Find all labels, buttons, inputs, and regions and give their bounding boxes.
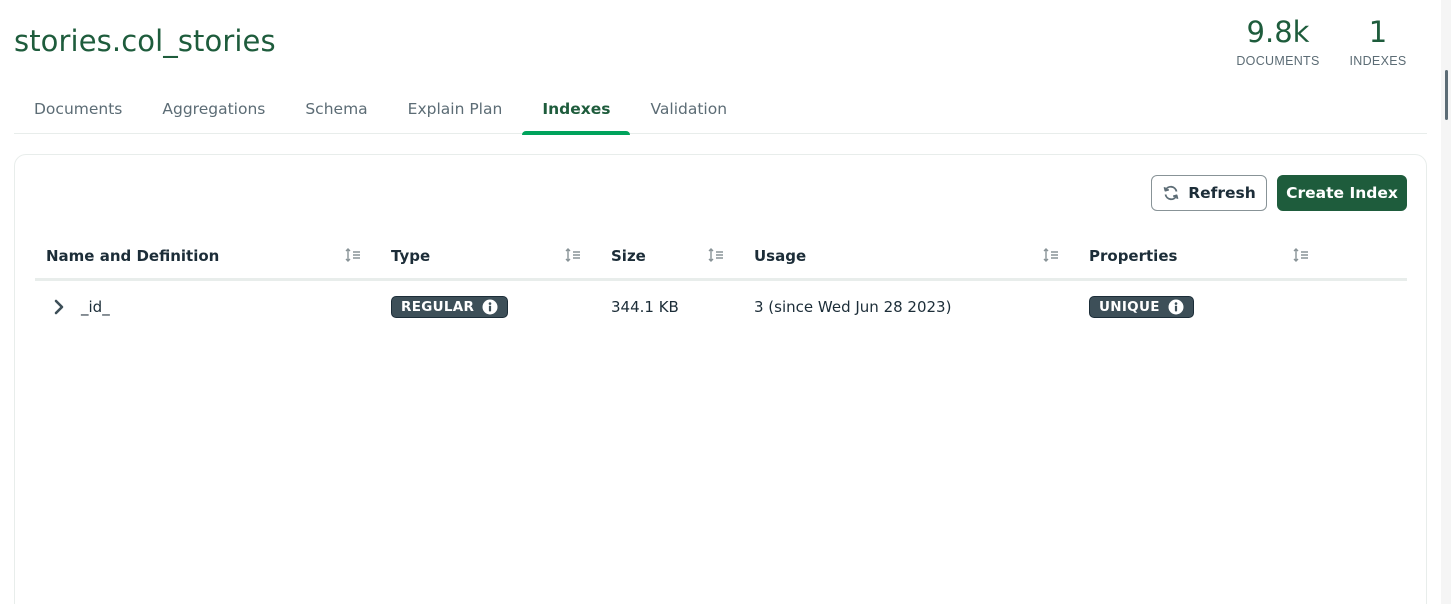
properties-badge-label: UNIQUE xyxy=(1099,299,1160,315)
namespace-separator: . xyxy=(111,24,122,58)
sort-icon[interactable] xyxy=(345,247,361,263)
column-header-usage: Usage xyxy=(754,246,807,265)
tab-schema[interactable]: Schema xyxy=(285,84,387,134)
type-badge: REGULAR xyxy=(391,296,509,318)
indexes-count: 1 xyxy=(1368,15,1388,49)
sort-icon[interactable] xyxy=(1043,247,1059,263)
index-size: 344.1 KB xyxy=(611,298,679,316)
indexes-card: Refresh Create Index Name and Definition… xyxy=(14,154,1427,604)
index-properties-cell: UNIQUE xyxy=(1089,281,1194,333)
column-header-properties: Properties xyxy=(1089,246,1178,265)
index-name: _id_ xyxy=(81,298,110,316)
tab-explain-plan[interactable]: Explain Plan xyxy=(388,84,523,134)
indexes-page: stories.col_stories 9.8k DOCUMENTS 1 IND… xyxy=(0,0,1451,604)
tab-documents[interactable]: Documents xyxy=(14,84,142,134)
column-header-type: Type xyxy=(391,246,431,265)
collection-tabs: Documents Aggregations Schema Explain Pl… xyxy=(14,84,1427,135)
info-icon[interactable] xyxy=(1168,299,1184,315)
tab-aggregations[interactable]: Aggregations xyxy=(142,84,285,134)
table-header: Name and Definition Type Size Usage Prop… xyxy=(35,233,1407,281)
refresh-icon xyxy=(1163,185,1179,201)
properties-badge: UNIQUE xyxy=(1089,296,1194,318)
refresh-label: Refresh xyxy=(1188,184,1256,202)
refresh-button[interactable]: Refresh xyxy=(1151,175,1267,211)
documents-label: DOCUMENTS xyxy=(1236,54,1320,68)
collection-name: col_stories xyxy=(121,24,276,58)
documents-count: 9.8k xyxy=(1246,15,1310,49)
database-name: stories xyxy=(14,24,112,58)
info-icon[interactable] xyxy=(482,299,498,315)
collection-title: stories.col_stories xyxy=(14,24,276,58)
tab-indexes[interactable]: Indexes xyxy=(522,84,631,135)
sort-icon[interactable] xyxy=(565,247,581,263)
column-header-name: Name and Definition xyxy=(46,246,220,265)
scrollbar-thumb[interactable] xyxy=(1445,70,1448,120)
column-header-size: Size xyxy=(611,246,646,265)
tab-validation[interactable]: Validation xyxy=(630,84,747,134)
type-badge-label: REGULAR xyxy=(401,299,475,315)
sort-icon[interactable] xyxy=(1293,247,1309,263)
indexes-stat: 1 INDEXES xyxy=(1346,14,1410,68)
chevron-right-icon[interactable] xyxy=(51,298,67,316)
documents-stat: 9.8k DOCUMENTS xyxy=(1230,14,1326,68)
table-row[interactable]: _id_ REGULAR 344.1 KB 3 (since Wed Jun 2… xyxy=(35,281,1407,333)
index-usage: 3 (since Wed Jun 28 2023) xyxy=(754,298,952,316)
index-type-cell: REGULAR xyxy=(391,281,509,333)
indexes-table: Name and Definition Type Size Usage Prop… xyxy=(35,233,1407,333)
create-index-button[interactable]: Create Index xyxy=(1277,175,1407,211)
indexes-label: INDEXES xyxy=(1349,54,1407,68)
sort-icon[interactable] xyxy=(708,247,724,263)
